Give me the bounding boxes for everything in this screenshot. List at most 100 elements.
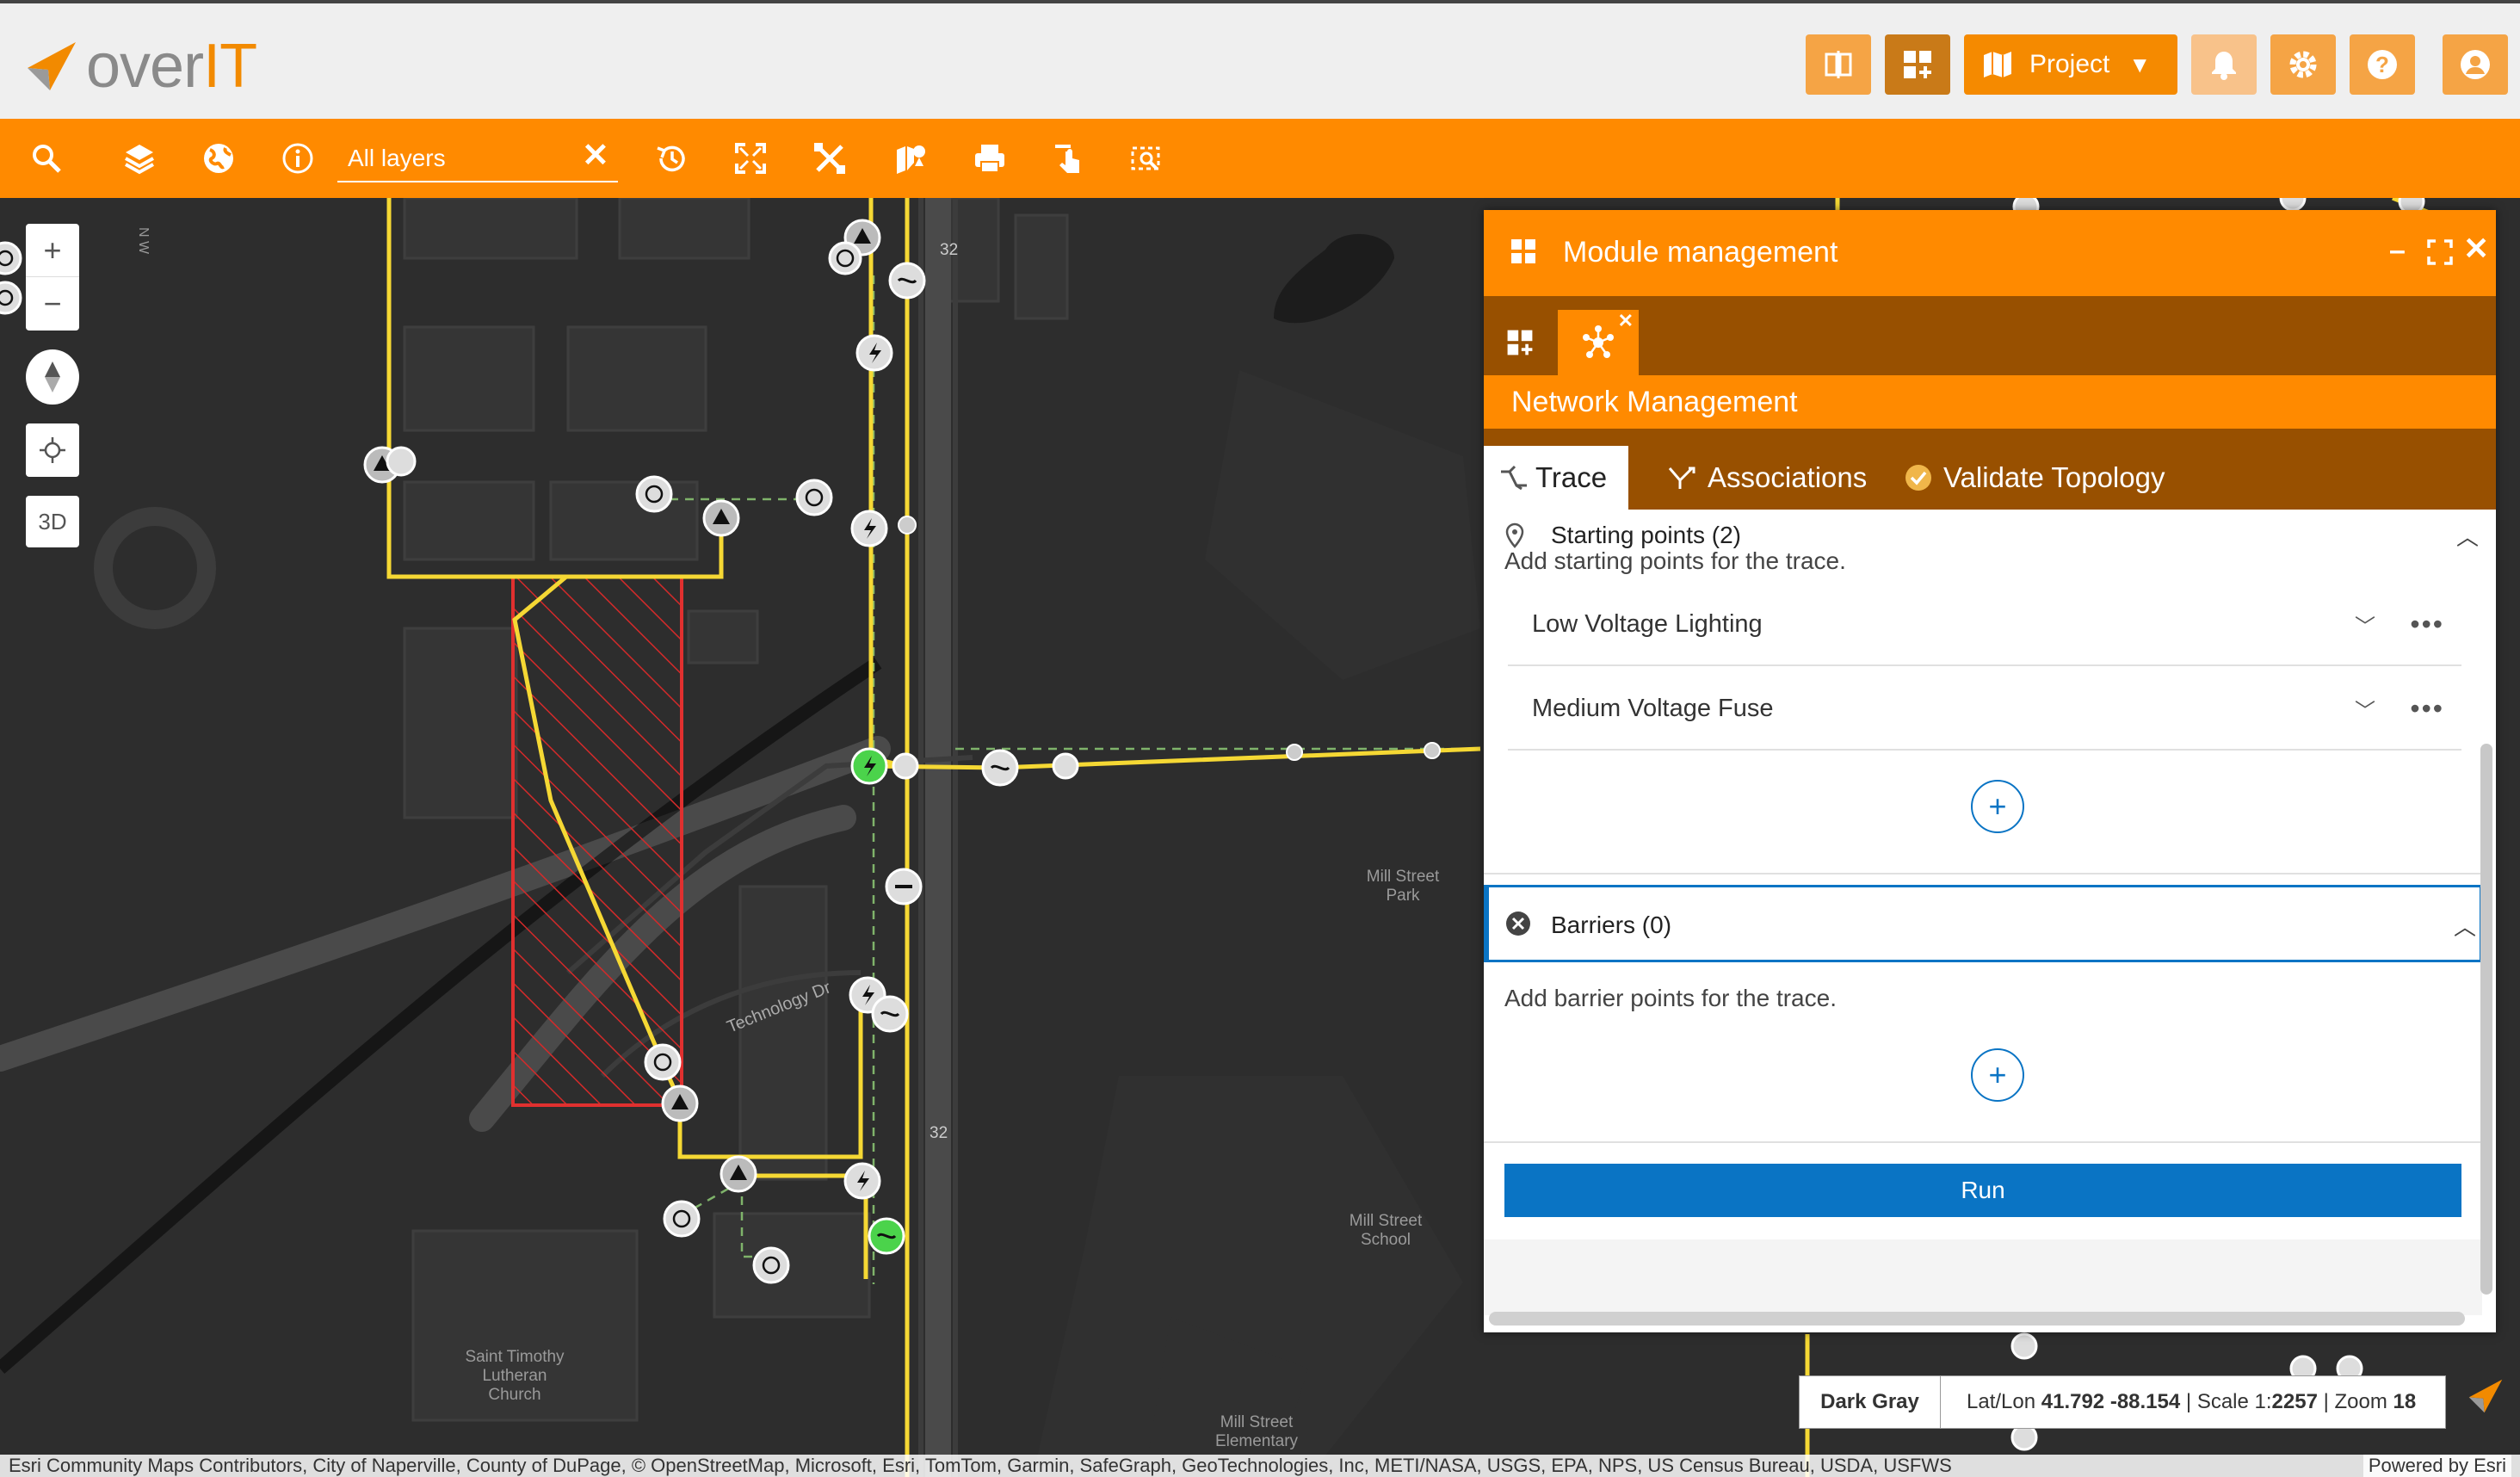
3d-toggle-button[interactable]: 3D [26,496,79,547]
locate-button[interactable] [26,423,79,477]
zoom-out-label: − [43,286,62,321]
starting-point-label: Medium Voltage Fuse [1532,694,1774,722]
powered-by-esri[interactable]: Powered by Esri [2362,1455,2511,1477]
search-button[interactable] [24,136,69,181]
starting-point-item[interactable]: Medium Voltage Fuse ﹀ ••• [1508,668,2461,751]
overit-logo-icon [28,42,76,90]
help-icon: ? [2368,50,2397,79]
starting-points-hint: Add starting points for the trace. [1504,547,1846,574]
logo-text: overIT [86,32,257,101]
chevron-down-icon[interactable]: ﹀ [2355,609,2375,640]
tools-button[interactable] [807,136,852,181]
close-icon[interactable]: ✕ [2463,231,2489,267]
minimize-icon[interactable]: – [2389,234,2406,268]
barriers-header[interactable]: Barriers (0) ︿ [1484,885,2482,962]
print-icon [975,145,1004,173]
nw-label: N W [136,227,151,255]
tab-validate-topology[interactable]: Validate Topology [1888,446,2180,510]
more-options-icon[interactable]: ••• [2410,693,2444,725]
fullscreen-button[interactable] [728,136,773,181]
barrier-icon [1506,912,1530,936]
user-button[interactable] [2443,34,2508,95]
latlon-value: 41.792 -88.154 [2041,1390,2181,1413]
chevron-up-icon[interactable]: ︿ [2454,910,2476,942]
add-module-tab[interactable] [1494,310,1546,375]
history-button[interactable] [649,136,694,181]
starting-points-title: Starting points (2) [1551,522,1741,548]
svg-text:?: ? [2375,52,2389,77]
map-attribution: Esri Community Maps Contributors, City o… [0,1455,2520,1477]
scale-value: 2257 [2271,1390,2318,1413]
latlon-label: Lat/Lon [1967,1390,2036,1413]
chevron-down-icon[interactable]: ﹀ [2355,694,2375,724]
close-tab-icon[interactable]: ✕ [1618,310,1634,332]
help-button[interactable]: ? [2350,34,2415,95]
check-circle-icon [1905,465,1931,491]
touch-button[interactable] [1047,136,1091,181]
network-module-tab[interactable]: ✕ [1558,310,1639,375]
panel-header: Module management – ✕ [1484,210,2496,296]
tab-associations[interactable]: Associations [1652,446,1882,510]
info-button[interactable] [275,136,320,181]
clear-layers-icon[interactable]: ✕ [582,136,609,175]
settings-button[interactable] [2270,34,2336,95]
separator-a: | [2185,1390,2197,1413]
split-view-icon [1825,51,1852,78]
zoom-label: Zoom [2334,1390,2387,1413]
compass-icon [45,362,60,392]
user-icon [2461,50,2490,79]
trace-icon [1501,465,1527,491]
add-widget-icon [1507,330,1533,355]
gear-icon [2289,51,2317,78]
starting-point-item[interactable]: Low Voltage Lighting ﹀ ••• [1508,584,2461,666]
zoom-value: 18 [2393,1390,2417,1413]
zoom-in-button[interactable]: + [26,224,79,277]
tab-trace[interactable]: Trace [1484,446,1628,510]
map-icon [1984,52,2011,77]
network-management-title: Network Management [1484,375,2496,429]
locate-icon [40,437,65,463]
select-area-button[interactable] [1124,136,1169,181]
globe-icon [204,144,233,173]
zoom-out-button[interactable]: − [26,277,79,331]
section-divider [1484,873,2482,874]
zoom-in-label: + [43,232,62,268]
run-button[interactable]: Run [1504,1164,2461,1217]
tab-associations-label: Associations [1708,461,1868,493]
place-label-church: Saint Timothy Lutheran Church [465,1348,565,1404]
layers-filter-input[interactable]: All layers [337,134,618,182]
layers-button[interactable] [117,136,162,181]
trace-tabs: Trace Associations Validate Topology [1484,429,2496,510]
associations-icon [1668,467,1695,489]
basemap-button[interactable] [196,136,241,181]
search-icon [33,145,61,173]
add-barrier-button[interactable]: + [1971,1048,2024,1102]
starting-point-label: Low Voltage Lighting [1532,609,1763,638]
barriers-hint: Add barrier points for the trace. [1504,985,1837,1011]
basemap-label[interactable]: Dark Gray [1800,1376,1941,1428]
route-label-bottom: 32 [930,1124,948,1142]
network-icon [1583,325,1614,358]
vertical-scrollbar[interactable] [2480,744,2492,1295]
compass-button[interactable] [26,349,79,405]
overit-logo[interactable]: overIT [24,32,257,101]
notifications-button[interactable] [2191,34,2257,95]
panel-title: Module management [1563,236,1838,269]
add-widget-button[interactable] [1885,34,1950,95]
add-starting-point-button[interactable]: + [1971,780,2024,833]
horizontal-scrollbar[interactable] [1489,1312,2465,1326]
more-options-icon[interactable]: ••• [2410,609,2444,640]
run-label: Run [1961,1177,2005,1203]
maximize-icon[interactable] [2427,239,2453,265]
coordinates-readout: Lat/Lon 41.792 -88.154 | Scale 1:2257 | … [1941,1390,2416,1414]
print-button[interactable] [967,136,1012,181]
layers-filter-value: All layers [348,145,446,171]
chevron-up-icon[interactable]: ︿ [2456,520,2479,552]
project-dropdown[interactable]: Project ▼ [1964,34,2177,95]
3d-label: 3D [38,508,67,535]
split-view-button[interactable] [1806,34,1871,95]
panel-footer [1484,1239,2482,1315]
modules-icon [1511,239,1535,263]
map-markup-button[interactable] [888,136,933,181]
place-label-park: Mill Street Park [1366,868,1440,905]
